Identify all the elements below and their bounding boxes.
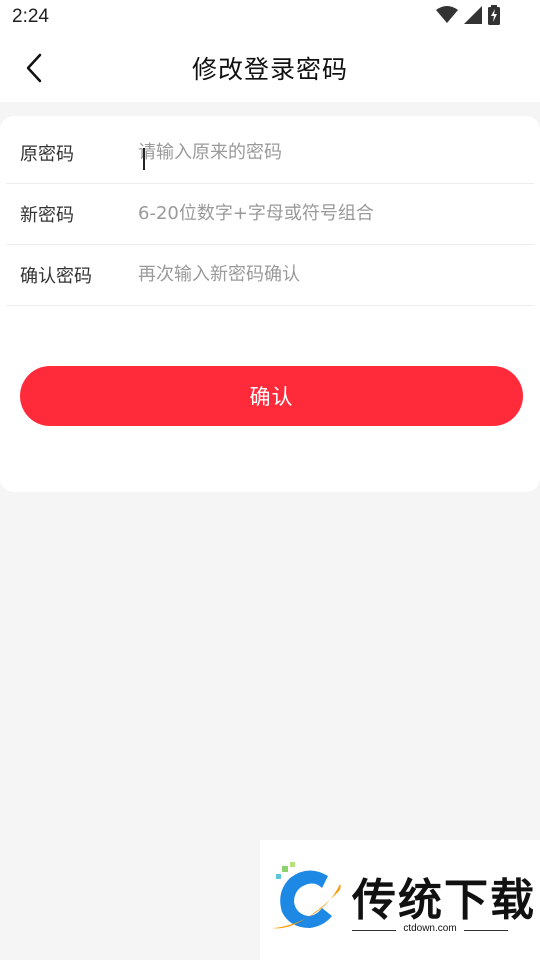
cell-signal-icon <box>464 6 482 28</box>
status-bar: 2:24 <box>0 0 540 36</box>
wifi-icon <box>436 6 458 28</box>
screen: 2:24 修改登录密码 原密码 新密码 确认密码 确认 传统下载 ctdown.… <box>0 0 540 960</box>
status-time: 2:24 <box>12 6 49 27</box>
new-password-input[interactable] <box>138 195 518 231</box>
old-password-row: 原密码 <box>6 122 534 184</box>
new-password-label: 新密码 <box>20 205 74 226</box>
status-icons <box>436 5 500 29</box>
confirm-password-input[interactable] <box>138 256 518 292</box>
confirm-password-label: 确认密码 <box>20 266 92 287</box>
watermark-brand: 传统下载 <box>352 875 536 926</box>
watermark-url: ctdown.com <box>403 923 457 934</box>
old-password-label: 原密码 <box>20 144 74 165</box>
confirm-password-row: 确认密码 <box>6 244 534 306</box>
text-cursor <box>143 148 145 170</box>
watermark: 传统下载 ctdown.com <box>260 840 540 960</box>
battery-charging-icon <box>488 5 500 29</box>
old-password-input[interactable] <box>138 134 518 170</box>
header: 修改登录密码 <box>0 36 540 102</box>
confirm-button[interactable]: 确认 <box>20 366 523 426</box>
page-title: 修改登录密码 <box>191 55 348 84</box>
password-form-card: 原密码 新密码 确认密码 确认 <box>0 116 540 492</box>
watermark-logo-icon <box>268 862 344 942</box>
watermark-divider-right <box>464 930 508 931</box>
new-password-row: 新密码 <box>6 183 534 245</box>
